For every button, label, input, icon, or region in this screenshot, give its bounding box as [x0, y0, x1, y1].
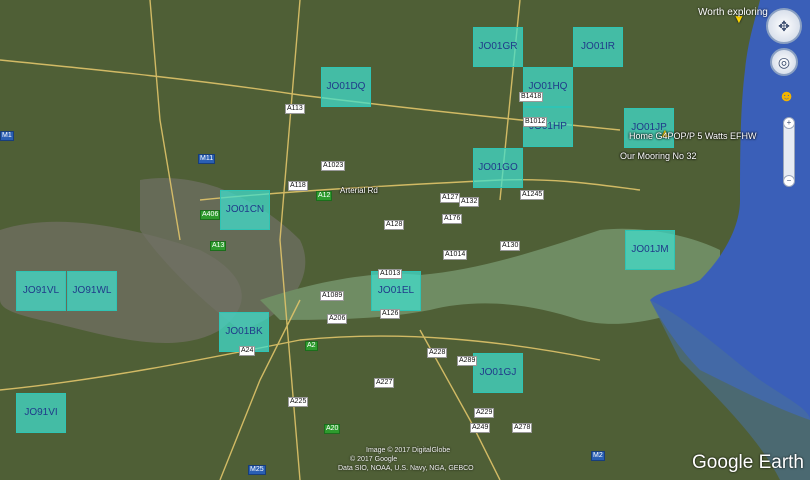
- grid-square-jo01gr[interactable]: JO01GR: [473, 27, 523, 67]
- road-label: A132: [459, 197, 480, 207]
- place-home-station[interactable]: Home G4POP/P 5 Watts EFHW: [629, 131, 757, 141]
- grid-label: JO01HQ: [528, 81, 568, 92]
- road-label: B1418: [519, 92, 544, 102]
- grid-square-jo91vi[interactable]: JO91VI: [16, 393, 66, 433]
- grid-label: JO91VI: [24, 407, 58, 418]
- map-imagery: [0, 0, 810, 480]
- road-label: A406: [200, 210, 221, 220]
- compass-icon: ✥: [778, 18, 790, 34]
- road-label: A228: [427, 348, 448, 358]
- attribution-line: Image © 2017 DigitalGlobe: [366, 447, 451, 454]
- road-label: A249: [470, 423, 491, 433]
- grid-label: JO01GR: [478, 41, 518, 52]
- place-worth-exploring[interactable]: Worth exploring: [698, 7, 768, 18]
- road-label: A1013: [378, 269, 403, 279]
- road-label: A127: [440, 193, 461, 203]
- road-label: A1014: [443, 250, 468, 260]
- pegman-icon[interactable]: ☻: [778, 88, 795, 106]
- road-label: M2: [591, 451, 605, 461]
- grid-label: JO01CN: [225, 204, 265, 215]
- look-control[interactable]: ◎: [770, 48, 798, 76]
- compass-control[interactable]: ✥: [766, 8, 802, 44]
- grid-label: JO91WL: [72, 285, 112, 296]
- road-label: A113: [285, 104, 305, 114]
- grid-square-jo01dq[interactable]: JO01DQ: [321, 67, 371, 107]
- grid-label: JO01IR: [581, 41, 615, 52]
- satellite-map[interactable]: JO01GR JO01IR JO01DQ JO01HQ JO01HP JO01J…: [0, 0, 810, 480]
- zoom-slider[interactable]: + −: [783, 117, 795, 187]
- attribution-line: © 2017 Google: [350, 456, 398, 463]
- look-icon: ◎: [777, 54, 791, 70]
- grid-square-jo01ir[interactable]: JO01IR: [573, 27, 623, 67]
- road-label: A176: [442, 214, 463, 224]
- grid-label: JO01JM: [631, 244, 669, 255]
- zoom-in-button[interactable]: +: [783, 117, 795, 129]
- road-label: M1: [0, 131, 14, 141]
- road-label: M25: [248, 465, 266, 475]
- road-label: A1089: [320, 291, 345, 301]
- grid-label: JO01GJ: [479, 367, 517, 378]
- attribution-line: Data SIO, NOAA, U.S. Navy, NGA, GEBCO: [338, 465, 474, 472]
- road-name: Arterial Rd: [340, 186, 378, 195]
- road-label: A225: [288, 397, 309, 407]
- road-label: A289: [457, 356, 478, 366]
- road-label: M11: [198, 154, 216, 164]
- grid-label: JO01EL: [377, 285, 415, 296]
- grid-square-jo01cn[interactable]: JO01CN: [220, 190, 270, 230]
- road-label: A128: [384, 220, 405, 230]
- road-label: A118: [288, 181, 308, 191]
- grid-square-jo01jm[interactable]: JO01JM: [625, 230, 675, 270]
- road-label: A12: [316, 191, 333, 201]
- road-label: A126: [380, 309, 401, 319]
- grid-square-jo91wl[interactable]: JO91WL: [67, 271, 117, 311]
- road-label: A1245: [520, 190, 545, 200]
- road-label: A20: [324, 424, 341, 434]
- road-label: A206: [327, 314, 348, 324]
- place-mooring[interactable]: Our Mooring No 32: [620, 151, 697, 161]
- grid-square-jo01gj[interactable]: JO01GJ: [473, 353, 523, 393]
- road-label: A1023: [321, 161, 346, 171]
- road-label: A2: [305, 341, 318, 351]
- road-label: A227: [374, 378, 395, 388]
- road-label: A278: [512, 423, 533, 433]
- road-label: B1012: [523, 117, 548, 127]
- google-earth-logo: Google Earth: [692, 452, 804, 473]
- grid-label: JO91VL: [22, 285, 60, 296]
- road-label: A24: [239, 346, 256, 356]
- grid-label: JO01DQ: [326, 81, 366, 92]
- zoom-out-button[interactable]: −: [783, 175, 795, 187]
- road-label: A13: [210, 241, 227, 251]
- grid-label: JO01GO: [478, 162, 518, 173]
- grid-square-jo91vl[interactable]: JO91VL: [16, 271, 66, 311]
- grid-square-jo01hp[interactable]: JO01HP: [523, 107, 573, 147]
- grid-square-jo01go[interactable]: JO01GO: [473, 148, 523, 188]
- grid-label: JO01BK: [225, 326, 263, 337]
- road-label: A229: [474, 408, 495, 418]
- road-label: A130: [500, 241, 521, 251]
